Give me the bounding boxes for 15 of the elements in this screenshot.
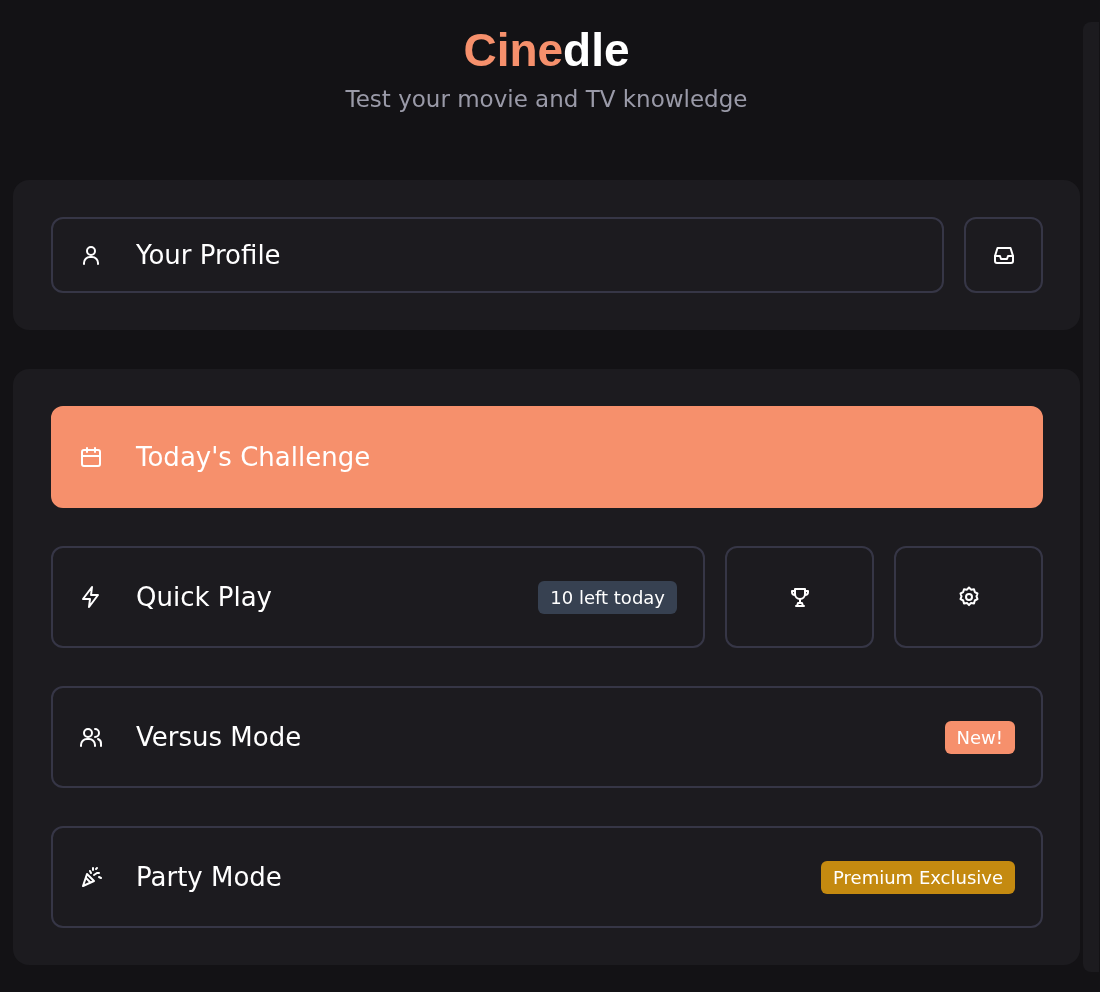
badge: Premium Exclusive	[821, 860, 1015, 894]
profile-button[interactable]: Your Profile	[51, 217, 944, 293]
inbox-button[interactable]	[964, 217, 1043, 293]
app-logo: Cinedle	[463, 26, 630, 74]
mode-button[interactable]: Quick Play 10 left today	[51, 546, 705, 648]
users-icon	[79, 725, 103, 749]
tagline: Test your movie and TV knowledge	[345, 85, 748, 114]
settings-button[interactable]	[894, 546, 1043, 648]
calendar-icon	[79, 445, 103, 469]
mode-button[interactable]: Party Mode Premium Exclusive	[51, 826, 1043, 928]
leaderboard-button[interactable]	[725, 546, 874, 648]
mode-button[interactable]: Versus Mode New!	[51, 686, 1043, 788]
badge: New!	[944, 720, 1015, 754]
badge: 10 left today	[538, 580, 677, 614]
party-popper-icon	[79, 865, 103, 889]
